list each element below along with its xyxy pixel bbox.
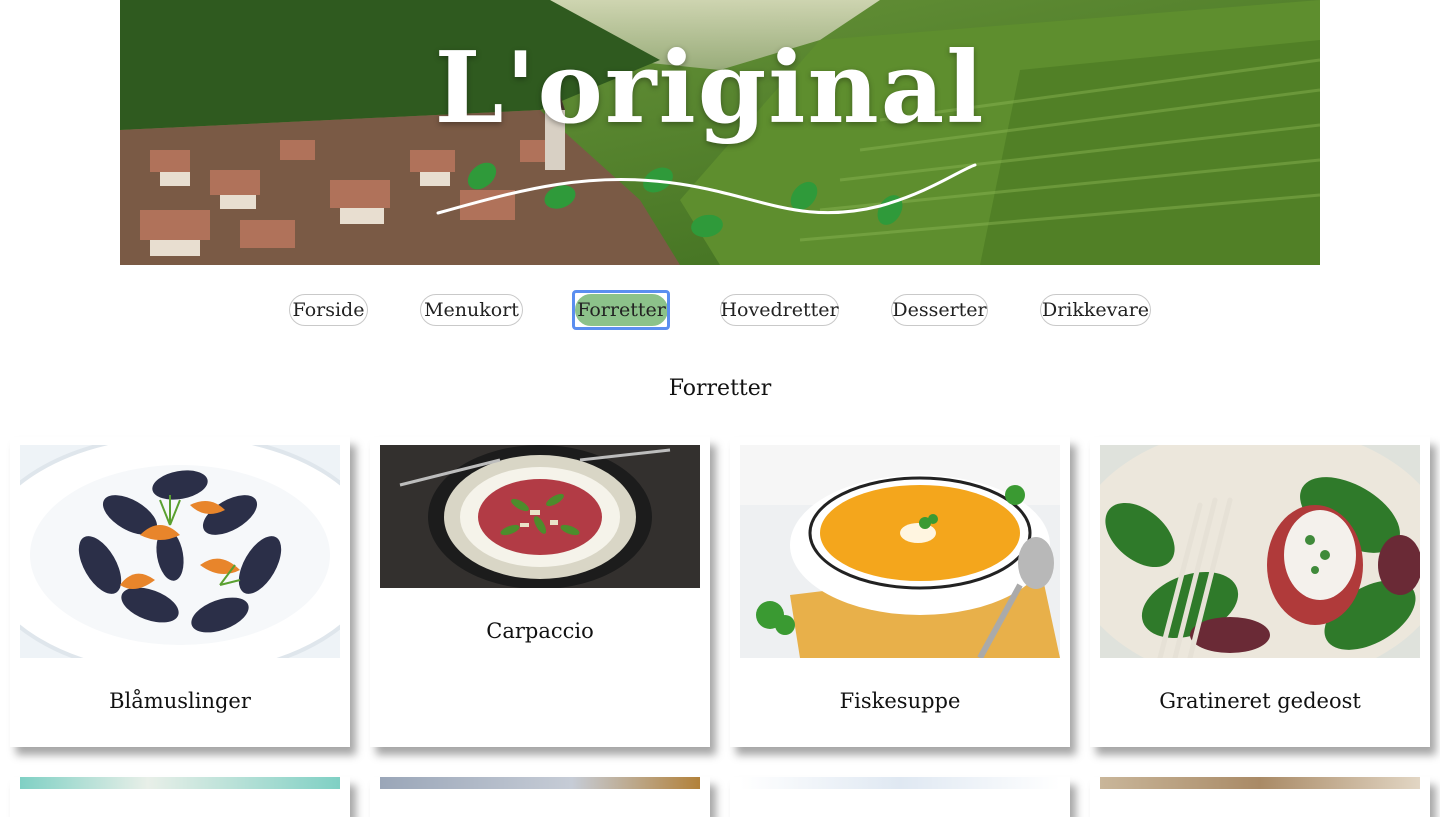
main-navigation: Forside Menukort Forretter Hovedretter D…	[0, 294, 1440, 328]
nav-forside-button[interactable]: Forside	[289, 294, 368, 326]
dish-card-row2-4[interactable]	[1090, 777, 1430, 817]
dish-card-carpaccio[interactable]: Carpaccio	[370, 437, 710, 747]
page-title: Forretter	[668, 376, 772, 401]
dish-card-blamuslinger[interactable]: Blåmuslinger	[10, 437, 350, 747]
nav-drikkevare-button[interactable]: Drikkevare	[1040, 294, 1151, 326]
dish-card-gratineret-gedeost[interactable]: Gratineret gedeost	[1090, 437, 1430, 747]
dish-card-fiskesuppe[interactable]: Fiskesuppe	[730, 437, 1070, 747]
nav-desserter-button[interactable]: Desserter	[891, 294, 988, 326]
mussels-dish-image	[20, 445, 340, 658]
fish-soup-bowl-image	[740, 445, 1060, 658]
dish-image	[20, 777, 340, 789]
nav-menukort-button[interactable]: Menukort	[420, 294, 523, 326]
goat-cheese-salad-image	[1100, 445, 1420, 658]
dish-image	[740, 777, 1060, 789]
dish-card-row2-2[interactable]	[370, 777, 710, 817]
dish-name: Blåmuslinger	[109, 689, 251, 713]
dish-card-row2-1[interactable]	[10, 777, 350, 817]
keyboard-focus-ring	[572, 290, 670, 330]
dish-name: Carpaccio	[486, 619, 594, 643]
dish-image	[380, 777, 700, 789]
dish-name: Gratineret gedeost	[1159, 689, 1361, 713]
dish-name: Fiskesuppe	[839, 689, 961, 713]
brand-logo: L'original	[434, 31, 986, 146]
dish-card-row2-3[interactable]	[730, 777, 1070, 817]
nav-hovedretter-button[interactable]: Hovedretter	[720, 294, 839, 326]
dish-image	[1100, 777, 1420, 789]
carpaccio-plate-image	[380, 445, 700, 588]
hero-banner: L'original	[120, 0, 1320, 265]
